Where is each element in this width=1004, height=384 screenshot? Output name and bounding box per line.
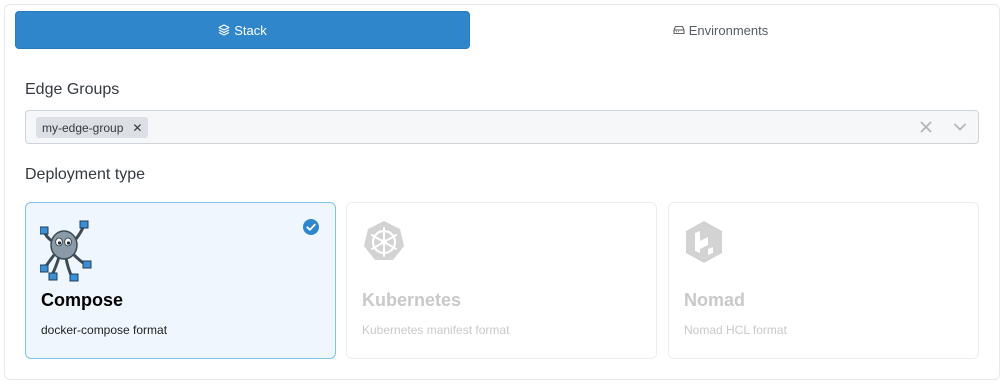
tab-environments-label: Environments — [688, 22, 769, 38]
tab-stack-label: Stack — [234, 22, 267, 38]
deployment-option-kubernetes[interactable]: Kubernetes Kubernetes manifest format — [346, 202, 657, 359]
tab-stack[interactable]: Stack — [15, 11, 470, 49]
nomad-title: Nomad — [684, 290, 746, 310]
edge-groups-select[interactable]: my-edge-group ✕ — [25, 110, 979, 144]
layers-icon — [218, 24, 230, 36]
compose-title: Compose — [41, 290, 124, 310]
edge-group-chip-label: my-edge-group — [42, 120, 124, 135]
hard-drive-icon — [673, 25, 685, 35]
kubernetes-description: Kubernetes manifest format — [362, 323, 510, 337]
deployment-option-compose[interactable]: Compose docker-compose format — [25, 202, 336, 359]
deployment-option-nomad[interactable]: Nomad Nomad HCL format — [668, 202, 979, 359]
edge-group-chip: my-edge-group ✕ — [36, 117, 149, 138]
nomad-icon — [686, 221, 722, 263]
remove-chip-icon[interactable]: ✕ — [132, 121, 142, 135]
deployment-type-label: Deployment type — [25, 166, 146, 183]
tab-environments[interactable]: Environments — [470, 11, 971, 49]
tab-bar: Stack Environments — [15, 11, 971, 49]
edge-groups-label: Edge Groups — [25, 81, 120, 98]
selected-check-icon — [303, 219, 319, 235]
kubernetes-title: Kubernetes — [362, 290, 462, 310]
clear-selection-icon[interactable] — [918, 119, 934, 135]
nomad-description: Nomad HCL format — [684, 323, 787, 337]
compose-description: docker-compose format — [41, 323, 168, 337]
kubernetes-helm-icon — [364, 221, 404, 260]
chevron-down-icon[interactable] — [952, 119, 968, 135]
docker-compose-octopus-icon — [40, 220, 92, 282]
